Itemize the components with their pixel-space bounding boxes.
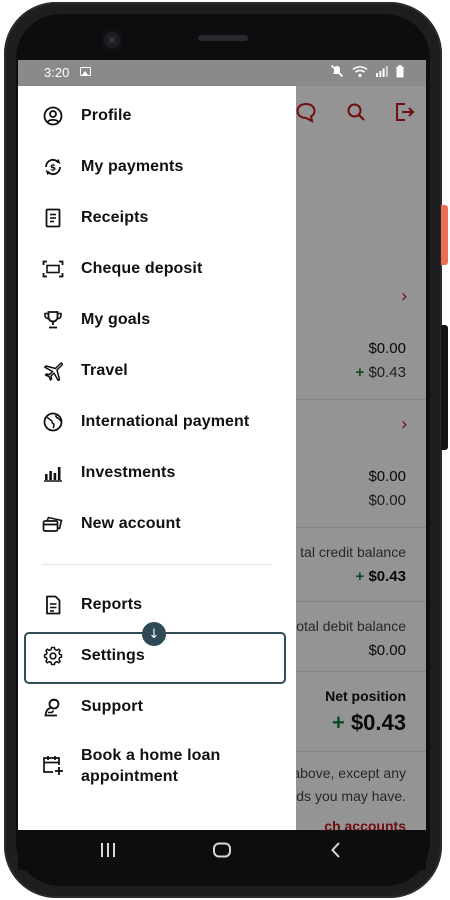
phone-mockup: 3:20 › $0.00 + $0.43 › $0.00 $0.00 tal c… <box>0 0 450 900</box>
signal-icon <box>376 66 388 77</box>
menu-divider <box>42 564 272 565</box>
menu-item-cheque-deposit[interactable]: Cheque deposit <box>18 247 296 291</box>
menu-item-my-goals[interactable]: My goals <box>18 298 296 342</box>
down-arrow-icon: ↓ <box>142 622 166 646</box>
navigation-drawer: Profile $ My payments Receipts Cheque de… <box>18 86 296 830</box>
menu-item-travel[interactable]: Travel <box>18 349 296 393</box>
calendar-add-icon <box>42 754 64 776</box>
volume-button <box>441 325 448 450</box>
menu-label: My goals <box>81 311 151 328</box>
menu-label: International payment <box>81 413 250 430</box>
phone-screen: 3:20 › $0.00 + $0.43 › $0.00 $0.00 tal c… <box>18 60 426 830</box>
back-icon[interactable] <box>322 838 350 862</box>
menu-label: Reports <box>81 596 143 613</box>
menu-label: Book a home loan appointment <box>81 747 221 785</box>
status-bar: 3:20 <box>18 60 426 86</box>
earpiece-speaker <box>198 35 248 41</box>
home-icon[interactable] <box>208 838 236 862</box>
image-icon <box>80 67 91 76</box>
menu-label: Support <box>81 698 144 715</box>
cards-icon <box>42 513 64 535</box>
plane-icon <box>42 360 64 382</box>
menu-item-receipts[interactable]: Receipts <box>18 196 296 240</box>
menu-item-reports[interactable]: Reports <box>18 583 296 627</box>
menu-label: My payments <box>81 158 184 175</box>
menu-item-new-account[interactable]: New account <box>18 502 296 546</box>
menu-label: Investments <box>81 464 176 481</box>
wifi-icon <box>352 65 368 77</box>
battery-icon <box>396 64 404 77</box>
recents-icon[interactable] <box>94 838 122 862</box>
menu-item-support[interactable]: Support <box>18 685 296 729</box>
trophy-icon <box>42 309 64 331</box>
payments-icon: $ <box>42 156 64 178</box>
menu-label: Receipts <box>81 209 149 226</box>
status-time: 3:20 <box>44 65 70 80</box>
receipt-icon <box>42 207 64 229</box>
menu-item-investments[interactable]: Investments <box>18 451 296 495</box>
bar-chart-icon <box>42 462 64 484</box>
menu-item-international-payment[interactable]: International payment <box>18 400 296 444</box>
menu-label: Travel <box>81 362 128 379</box>
menu-item-book-home-loan[interactable]: Book a home loan appointment <box>18 742 296 792</box>
menu-item-my-payments[interactable]: $ My payments <box>18 145 296 189</box>
menu-label: Profile <box>81 107 132 124</box>
mute-icon <box>330 64 344 78</box>
power-button <box>441 205 448 265</box>
system-nav-bar <box>18 830 426 870</box>
menu-label: New account <box>81 515 181 532</box>
menu-item-profile[interactable]: Profile <box>18 94 296 138</box>
cheque-scan-icon <box>42 258 64 280</box>
globe-icon <box>42 411 64 433</box>
status-icons <box>330 64 404 78</box>
svg-text:$: $ <box>50 164 56 174</box>
profile-icon <box>42 105 64 127</box>
report-icon <box>42 594 64 616</box>
front-camera <box>104 32 120 48</box>
menu-label: Cheque deposit <box>81 260 203 277</box>
support-icon <box>42 696 64 718</box>
